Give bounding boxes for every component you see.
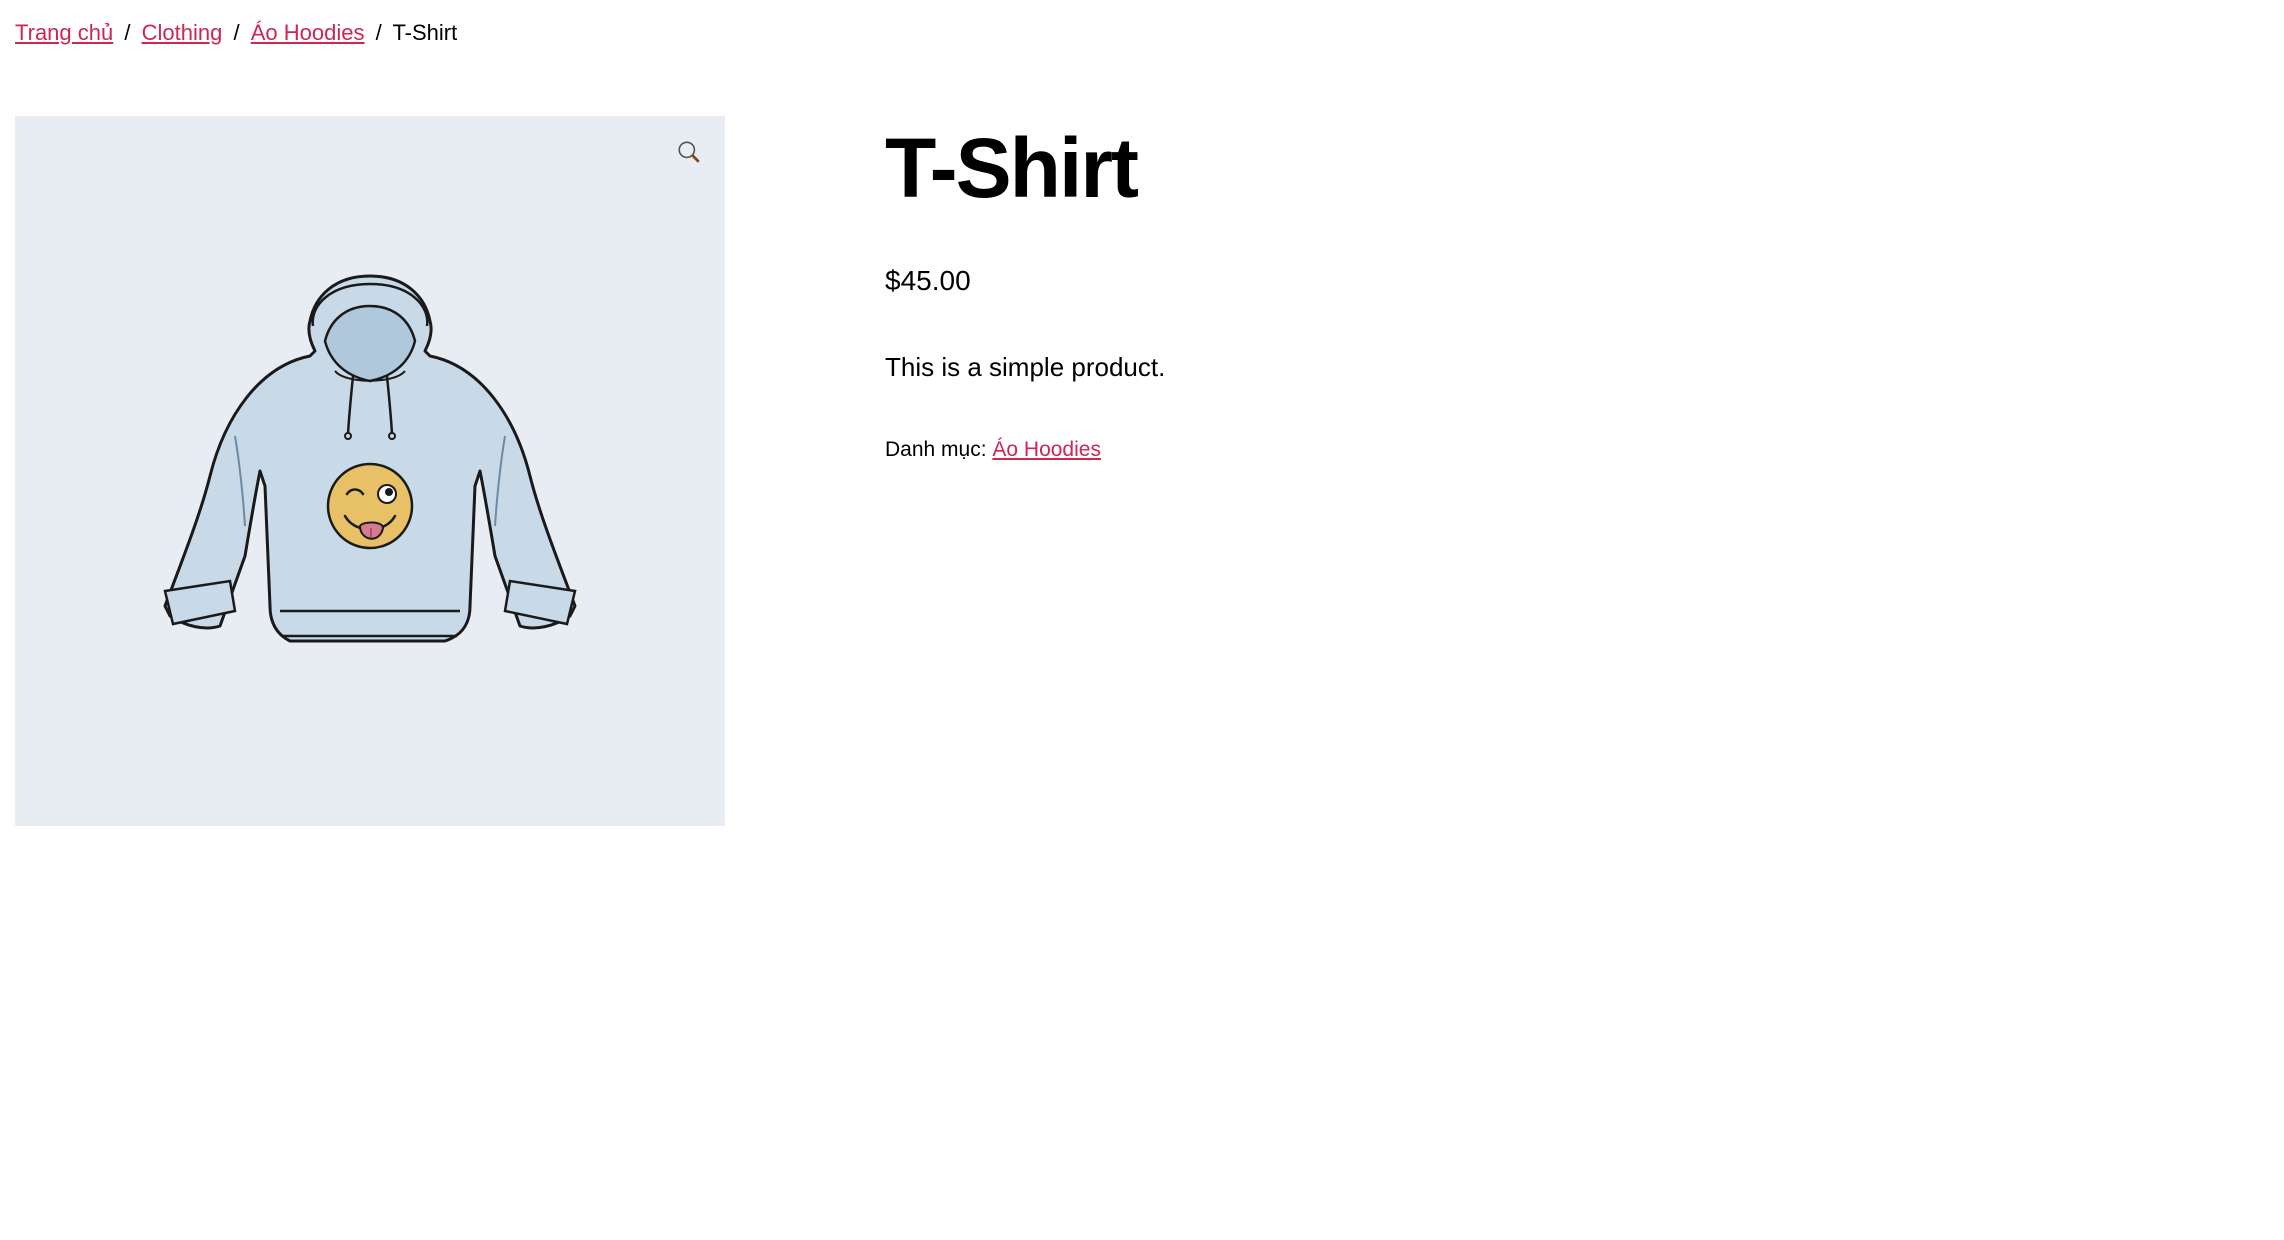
category-link[interactable]: Áo Hoodies [992,438,1101,461]
category-label: Danh mục: [885,438,992,461]
product-price: $45.00 [885,265,2269,297]
breadcrumb-current: T-Shirt [392,20,457,45]
product-details: T-Shirt $45.00 This is a simple product.… [885,116,2269,826]
breadcrumb-separator: / [376,20,382,45]
product-category: Danh mục: Áo Hoodies [885,438,2269,462]
zoom-icon[interactable] [671,134,707,170]
breadcrumb-clothing-link[interactable]: Clothing [142,20,223,45]
breadcrumb-separator: / [233,20,239,45]
product-title: T-Shirt [885,126,2269,210]
breadcrumb: Trang chủ / Clothing / Áo Hoodies / T-Sh… [15,20,2269,46]
product-description: This is a simple product. [885,352,2269,383]
product-container: T-Shirt $45.00 This is a simple product.… [15,116,2269,826]
hoodie-illustration [135,236,605,706]
breadcrumb-hoodies-link[interactable]: Áo Hoodies [251,20,365,45]
breadcrumb-home-link[interactable]: Trang chủ [15,20,113,45]
breadcrumb-separator: / [124,20,130,45]
product-image[interactable] [15,116,725,826]
